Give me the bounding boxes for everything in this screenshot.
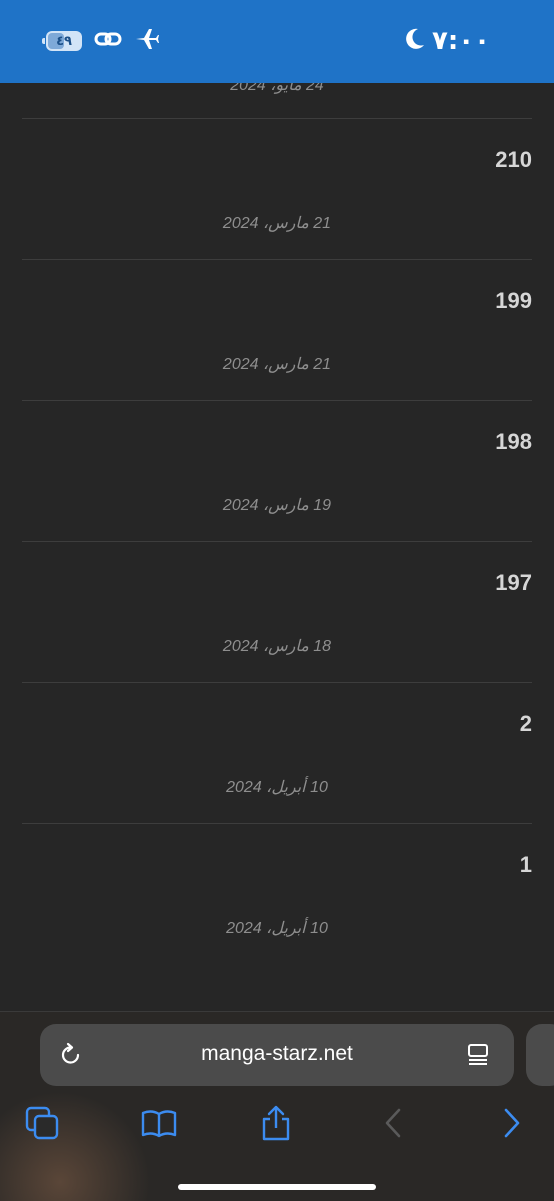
tabs-icon[interactable]	[24, 1105, 60, 1141]
battery-icon: ٤٩	[42, 31, 82, 51]
chapter-number[interactable]: 199	[495, 288, 532, 314]
status-bar: ٤٩ ٧:٠٠	[0, 0, 554, 83]
chapter-item[interactable]: 199 21 مارس، 2024	[22, 259, 532, 400]
next-tab-peek[interactable]	[526, 1024, 554, 1086]
chapter-item[interactable]: 197 18 مارس، 2024	[22, 541, 532, 682]
airplane-icon	[134, 26, 160, 57]
chapter-number[interactable]: 198	[495, 429, 532, 455]
moon-icon	[404, 27, 426, 56]
chapter-list: 210 21 مارس، 2024 199 21 مارس، 2024 198 …	[0, 118, 554, 964]
chapter-item[interactable]: 2 10 أبريل، 2024	[22, 682, 532, 823]
battery-level: ٤٩	[56, 33, 72, 49]
back-icon[interactable]	[375, 1105, 411, 1141]
chapter-number[interactable]: 2	[520, 711, 532, 737]
bookmarks-icon[interactable]	[141, 1105, 177, 1141]
address-bar[interactable]: manga-starz.net	[40, 1024, 514, 1086]
chapter-item[interactable]: 1 10 أبريل، 2024	[22, 823, 532, 964]
browser-toolbar: manga-starz.net	[0, 1011, 554, 1201]
chapter-number[interactable]: 197	[495, 570, 532, 596]
chapter-date: 21 مارس، 2024	[222, 215, 332, 232]
chapter-item[interactable]: 210 21 مارس، 2024	[22, 118, 532, 259]
chapter-date: 18 مارس، 2024	[222, 638, 332, 655]
status-time: ٧:٠٠	[431, 26, 490, 56]
status-right-group: ٧:٠٠	[404, 26, 490, 56]
chapter-date: 19 مارس، 2024	[222, 497, 332, 514]
share-icon[interactable]	[258, 1105, 294, 1141]
chapter-number[interactable]: 210	[495, 147, 532, 173]
url-text[interactable]: manga-starz.net	[40, 1042, 514, 1066]
partial-chapter-date: 24 مايو، 2024	[230, 83, 324, 94]
chapter-date: 10 أبريل، 2024	[226, 779, 328, 796]
reader-mode-icon[interactable]	[466, 1042, 490, 1073]
status-left-group: ٤٩	[42, 26, 160, 57]
chapter-date: 21 مارس، 2024	[222, 356, 332, 373]
link-icon	[94, 28, 122, 55]
home-indicator[interactable]	[178, 1184, 376, 1190]
chapter-list-container: 24 مايو، 2024 210 21 مارس، 2024 199 21 م…	[0, 83, 554, 1011]
chapter-item[interactable]: 198 19 مارس، 2024	[22, 400, 532, 541]
chapter-number[interactable]: 1	[520, 852, 532, 878]
forward-icon[interactable]	[494, 1105, 530, 1141]
chapter-date: 10 أبريل، 2024	[226, 920, 328, 937]
